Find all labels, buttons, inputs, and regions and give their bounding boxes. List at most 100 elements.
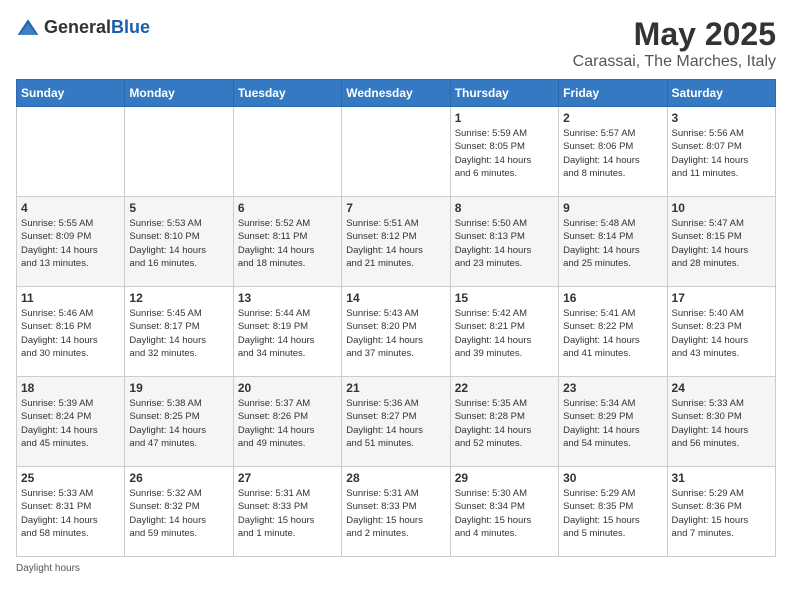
page-header: GeneralBlue May 2025 Carassai, The March… <box>16 16 776 71</box>
day-info: Sunrise: 5:29 AM Sunset: 8:36 PM Dayligh… <box>672 487 771 540</box>
calendar-cell: 5 Sunrise: 5:53 AM Sunset: 8:10 PM Daylig… <box>125 197 233 287</box>
day-number: 13 <box>238 291 337 305</box>
title-block: May 2025 Carassai, The Marches, Italy <box>573 16 776 71</box>
logo-text-general: General <box>44 17 111 37</box>
calendar-cell: 9 Sunrise: 5:48 AM Sunset: 8:14 PM Daylig… <box>559 197 667 287</box>
day-number: 30 <box>563 471 662 485</box>
day-number: 8 <box>455 201 554 215</box>
day-number: 14 <box>346 291 445 305</box>
calendar-header-cell: Friday <box>559 80 667 107</box>
calendar-table: SundayMondayTuesdayWednesdayThursdayFrid… <box>16 79 776 557</box>
calendar-cell: 21 Sunrise: 5:36 AM Sunset: 8:27 PM Dayli… <box>342 377 450 467</box>
day-number: 17 <box>672 291 771 305</box>
day-info: Sunrise: 5:43 AM Sunset: 8:20 PM Dayligh… <box>346 307 445 360</box>
day-info: Sunrise: 5:37 AM Sunset: 8:26 PM Dayligh… <box>238 397 337 450</box>
day-number: 26 <box>129 471 228 485</box>
calendar-cell: 28 Sunrise: 5:31 AM Sunset: 8:33 PM Dayli… <box>342 467 450 557</box>
day-info: Sunrise: 5:33 AM Sunset: 8:30 PM Dayligh… <box>672 397 771 450</box>
calendar-week-row: 18 Sunrise: 5:39 AM Sunset: 8:24 PM Dayli… <box>17 377 776 467</box>
day-info: Sunrise: 5:46 AM Sunset: 8:16 PM Dayligh… <box>21 307 120 360</box>
day-number: 11 <box>21 291 120 305</box>
day-info: Sunrise: 5:31 AM Sunset: 8:33 PM Dayligh… <box>346 487 445 540</box>
day-info: Sunrise: 5:53 AM Sunset: 8:10 PM Dayligh… <box>129 217 228 270</box>
day-info: Sunrise: 5:32 AM Sunset: 8:32 PM Dayligh… <box>129 487 228 540</box>
calendar-cell: 12Sunrise: 5:45 AM Sunset: 8:17 PM Dayli… <box>125 287 233 377</box>
day-info: Sunrise: 5:57 AM Sunset: 8:06 PM Dayligh… <box>563 127 662 180</box>
calendar-week-row: 4Sunrise: 5:55 AM Sunset: 8:09 PM Daylig… <box>17 197 776 287</box>
day-info: Sunrise: 5:51 AM Sunset: 8:12 PM Dayligh… <box>346 217 445 270</box>
calendar-cell: 19Sunrise: 5:38 AM Sunset: 8:25 PM Dayli… <box>125 377 233 467</box>
day-info: Sunrise: 5:48 AM Sunset: 8:14 PM Dayligh… <box>563 217 662 270</box>
day-number: 6 <box>238 201 337 215</box>
calendar-cell: 31Sunrise: 5:29 AM Sunset: 8:36 PM Dayli… <box>667 467 775 557</box>
logo: GeneralBlue <box>16 16 150 40</box>
day-info: Sunrise: 5:34 AM Sunset: 8:29 PM Dayligh… <box>563 397 662 450</box>
day-number: 18 <box>21 381 120 395</box>
calendar-cell <box>233 107 341 197</box>
calendar-body: 1Sunrise: 5:59 AM Sunset: 8:05 PM Daylig… <box>17 107 776 557</box>
day-number: 27 <box>238 471 337 485</box>
calendar-cell <box>17 107 125 197</box>
day-number: 16 <box>563 291 662 305</box>
day-number: 15 <box>455 291 554 305</box>
calendar-cell: 2Sunrise: 5:57 AM Sunset: 8:06 PM Daylig… <box>559 107 667 197</box>
calendar-week-row: 11 Sunrise: 5:46 AM Sunset: 8:16 PM Dayli… <box>17 287 776 377</box>
calendar-cell: 27Sunrise: 5:31 AM Sunset: 8:33 PM Dayli… <box>233 467 341 557</box>
day-number: 28 <box>346 471 445 485</box>
calendar-cell: 24Sunrise: 5:33 AM Sunset: 8:30 PM Dayli… <box>667 377 775 467</box>
day-info: Sunrise: 5:52 AM Sunset: 8:11 PM Dayligh… <box>238 217 337 270</box>
calendar-header-cell: Wednesday <box>342 80 450 107</box>
calendar-cell: 26 Sunrise: 5:32 AM Sunset: 8:32 PM Dayli… <box>125 467 233 557</box>
day-info: Sunrise: 5:55 AM Sunset: 8:09 PM Dayligh… <box>21 217 120 270</box>
calendar-cell: 22Sunrise: 5:35 AM Sunset: 8:28 PM Dayli… <box>450 377 558 467</box>
calendar-cell: 14 Sunrise: 5:43 AM Sunset: 8:20 PM Dayli… <box>342 287 450 377</box>
calendar-header-cell: Saturday <box>667 80 775 107</box>
day-number: 22 <box>455 381 554 395</box>
day-info: Sunrise: 5:47 AM Sunset: 8:15 PM Dayligh… <box>672 217 771 270</box>
day-info: Sunrise: 5:40 AM Sunset: 8:23 PM Dayligh… <box>672 307 771 360</box>
day-number: 3 <box>672 111 771 125</box>
calendar-cell: 6 Sunrise: 5:52 AM Sunset: 8:11 PM Daylig… <box>233 197 341 287</box>
day-info: Sunrise: 5:29 AM Sunset: 8:35 PM Dayligh… <box>563 487 662 540</box>
calendar-cell: 17 Sunrise: 5:40 AM Sunset: 8:23 PM Dayli… <box>667 287 775 377</box>
calendar-week-row: 1Sunrise: 5:59 AM Sunset: 8:05 PM Daylig… <box>17 107 776 197</box>
day-number: 25 <box>21 471 120 485</box>
day-number: 10 <box>672 201 771 215</box>
day-number: 9 <box>563 201 662 215</box>
day-number: 5 <box>129 201 228 215</box>
calendar-header-cell: Thursday <box>450 80 558 107</box>
calendar-cell: 10 Sunrise: 5:47 AM Sunset: 8:15 PM Dayli… <box>667 197 775 287</box>
day-info: Sunrise: 5:39 AM Sunset: 8:24 PM Dayligh… <box>21 397 120 450</box>
calendar-header-cell: Monday <box>125 80 233 107</box>
calendar-header-cell: Sunday <box>17 80 125 107</box>
calendar-header-cell: Tuesday <box>233 80 341 107</box>
calendar-header-row: SundayMondayTuesdayWednesdayThursdayFrid… <box>17 80 776 107</box>
calendar-cell: 15 Sunrise: 5:42 AM Sunset: 8:21 PM Dayli… <box>450 287 558 377</box>
day-info: Sunrise: 5:30 AM Sunset: 8:34 PM Dayligh… <box>455 487 554 540</box>
calendar-cell: 11 Sunrise: 5:46 AM Sunset: 8:16 PM Dayli… <box>17 287 125 377</box>
logo-text-blue: Blue <box>111 17 150 37</box>
footer-note: Daylight hours <box>16 563 776 574</box>
calendar-cell <box>342 107 450 197</box>
day-info: Sunrise: 5:41 AM Sunset: 8:22 PM Dayligh… <box>563 307 662 360</box>
day-info: Sunrise: 5:33 AM Sunset: 8:31 PM Dayligh… <box>21 487 120 540</box>
logo-icon <box>16 16 40 40</box>
calendar-cell: 23Sunrise: 5:34 AM Sunset: 8:29 PM Dayli… <box>559 377 667 467</box>
day-info: Sunrise: 5:38 AM Sunset: 8:25 PM Dayligh… <box>129 397 228 450</box>
calendar-cell: 18 Sunrise: 5:39 AM Sunset: 8:24 PM Dayli… <box>17 377 125 467</box>
calendar-cell: 29 Sunrise: 5:30 AM Sunset: 8:34 PM Dayli… <box>450 467 558 557</box>
day-info: Sunrise: 5:59 AM Sunset: 8:05 PM Dayligh… <box>455 127 554 180</box>
calendar-cell: 30 Sunrise: 5:29 AM Sunset: 8:35 PM Dayli… <box>559 467 667 557</box>
day-info: Sunrise: 5:36 AM Sunset: 8:27 PM Dayligh… <box>346 397 445 450</box>
calendar-cell: 3Sunrise: 5:56 AM Sunset: 8:07 PM Daylig… <box>667 107 775 197</box>
day-number: 20 <box>238 381 337 395</box>
calendar-cell: 20 Sunrise: 5:37 AM Sunset: 8:26 PM Dayli… <box>233 377 341 467</box>
day-info: Sunrise: 5:50 AM Sunset: 8:13 PM Dayligh… <box>455 217 554 270</box>
day-number: 29 <box>455 471 554 485</box>
calendar-cell: 1Sunrise: 5:59 AM Sunset: 8:05 PM Daylig… <box>450 107 558 197</box>
day-number: 12 <box>129 291 228 305</box>
location-title: Carassai, The Marches, Italy <box>573 53 776 71</box>
day-number: 21 <box>346 381 445 395</box>
calendar-cell: 4Sunrise: 5:55 AM Sunset: 8:09 PM Daylig… <box>17 197 125 287</box>
day-info: Sunrise: 5:42 AM Sunset: 8:21 PM Dayligh… <box>455 307 554 360</box>
